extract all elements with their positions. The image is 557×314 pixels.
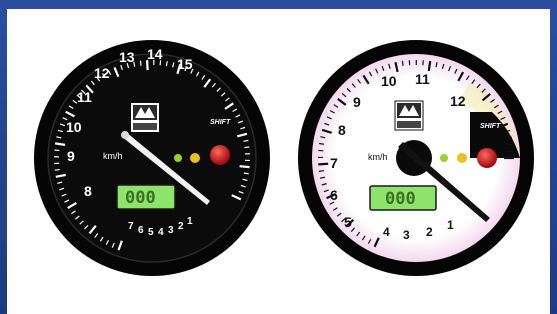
black-unit-label: km/h xyxy=(103,151,123,161)
tick-mark xyxy=(165,61,168,67)
white-unit-label: km/h xyxy=(368,152,388,162)
tick-mark xyxy=(239,165,250,169)
white-shift-label: SHIFT xyxy=(480,123,501,130)
white-red-lamp xyxy=(477,148,497,168)
white-small-1: 1 xyxy=(447,218,454,232)
black-small-3: 3 xyxy=(168,225,174,236)
black-gauge: 8 9 10 11 12 13 14 15 7 6 5 4 3 2 1 SHIF… xyxy=(34,40,270,276)
black-small-1: 1 xyxy=(187,216,193,227)
black-small-6: 6 xyxy=(138,225,144,236)
black-logo-icon xyxy=(131,103,159,132)
tick-mark xyxy=(507,143,514,146)
tick-mark xyxy=(318,170,324,172)
black-numeral-14: 14 xyxy=(147,46,163,62)
white-numeral-11: 11 xyxy=(415,71,430,87)
white-green-lamp xyxy=(440,154,448,162)
white-numeral-6: 6 xyxy=(330,187,338,203)
white-gauge: 5 6 7 8 9 10 11 12 4 3 2 1 SHIFT km/h 00… xyxy=(298,40,534,276)
black-shift-label: SHIFT xyxy=(210,119,231,126)
tick-mark xyxy=(427,60,432,72)
white-numeral-5: 5 xyxy=(344,214,352,230)
white-small-3: 3 xyxy=(403,228,410,242)
black-small-7: 7 xyxy=(128,221,134,232)
white-small-4: 4 xyxy=(383,225,390,239)
tick-mark xyxy=(318,142,325,145)
white-numeral-9: 9 xyxy=(353,94,361,110)
tick-mark xyxy=(244,146,250,149)
black-green-lamp xyxy=(174,154,182,162)
white-yellow-lamp xyxy=(457,153,467,163)
tick-mark xyxy=(318,162,329,166)
gauges-illustration: 8 9 10 11 12 13 14 15 7 6 5 4 3 2 1 SHIF… xyxy=(34,40,534,276)
black-numeral-12: 12 xyxy=(94,65,110,81)
white-numeral-12: 12 xyxy=(450,93,466,109)
black-numeral-15: 15 xyxy=(177,56,193,72)
white-numeral-10: 10 xyxy=(381,73,397,89)
white-lcd-value: 000 xyxy=(385,189,416,209)
black-small-5: 5 xyxy=(148,227,154,238)
white-logo-icon xyxy=(394,100,424,131)
black-numeral-9: 9 xyxy=(67,148,75,164)
black-small-2: 2 xyxy=(178,221,184,232)
tick-mark xyxy=(139,60,142,66)
black-small-4: 4 xyxy=(158,227,164,238)
white-numeral-8: 8 xyxy=(338,122,346,138)
white-small-2: 2 xyxy=(426,225,433,239)
tick-mark xyxy=(243,172,249,175)
black-yellow-lamp xyxy=(190,153,200,163)
black-numeral-11: 11 xyxy=(77,89,92,105)
black-numeral-8: 8 xyxy=(84,183,92,199)
black-red-lamp xyxy=(210,145,230,165)
black-numeral-10: 10 xyxy=(66,119,82,135)
tick-mark xyxy=(54,142,66,146)
black-numeral-13: 13 xyxy=(119,49,135,65)
tick-mark xyxy=(401,60,404,66)
black-needle-hub xyxy=(121,131,129,139)
tick-mark xyxy=(54,168,60,171)
black-lcd-value: 000 xyxy=(125,188,156,208)
white-numeral-7: 7 xyxy=(330,155,338,171)
